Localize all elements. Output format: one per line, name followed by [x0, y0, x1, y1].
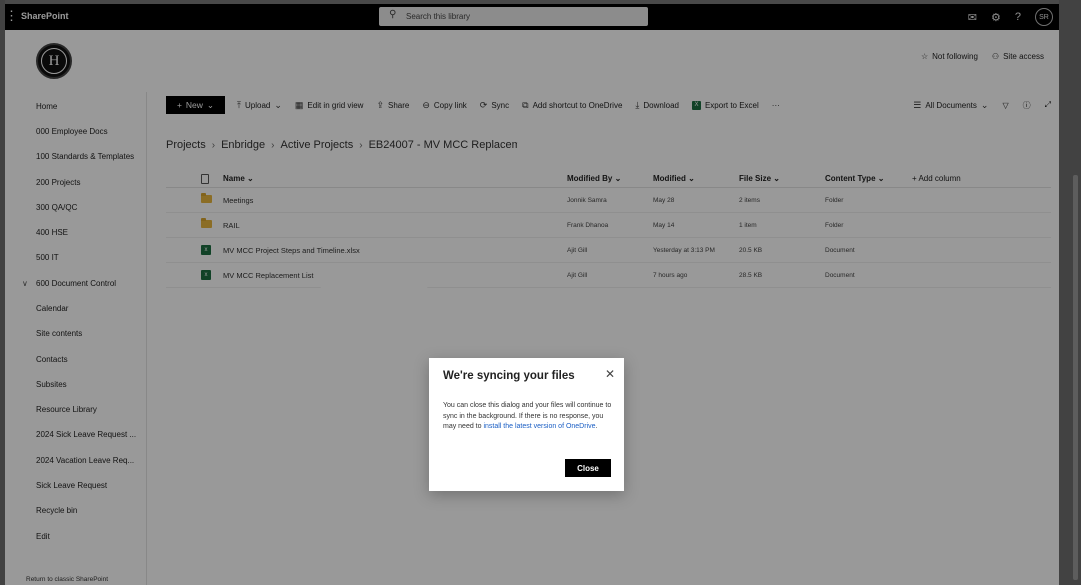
- modal-overlay[interactable]: [0, 0, 1081, 585]
- dialog-body: You can close this dialog and your files…: [443, 401, 613, 433]
- dialog-body-end: .: [595, 423, 598, 431]
- close-icon[interactable]: ✕: [605, 367, 615, 381]
- install-onedrive-link[interactable]: install the latest version of OneDrive: [483, 423, 595, 430]
- dialog-title: We're syncing your files: [443, 370, 575, 382]
- close-button[interactable]: Close: [565, 459, 611, 477]
- sync-dialog: We're syncing your files ✕ You can close…: [429, 358, 624, 491]
